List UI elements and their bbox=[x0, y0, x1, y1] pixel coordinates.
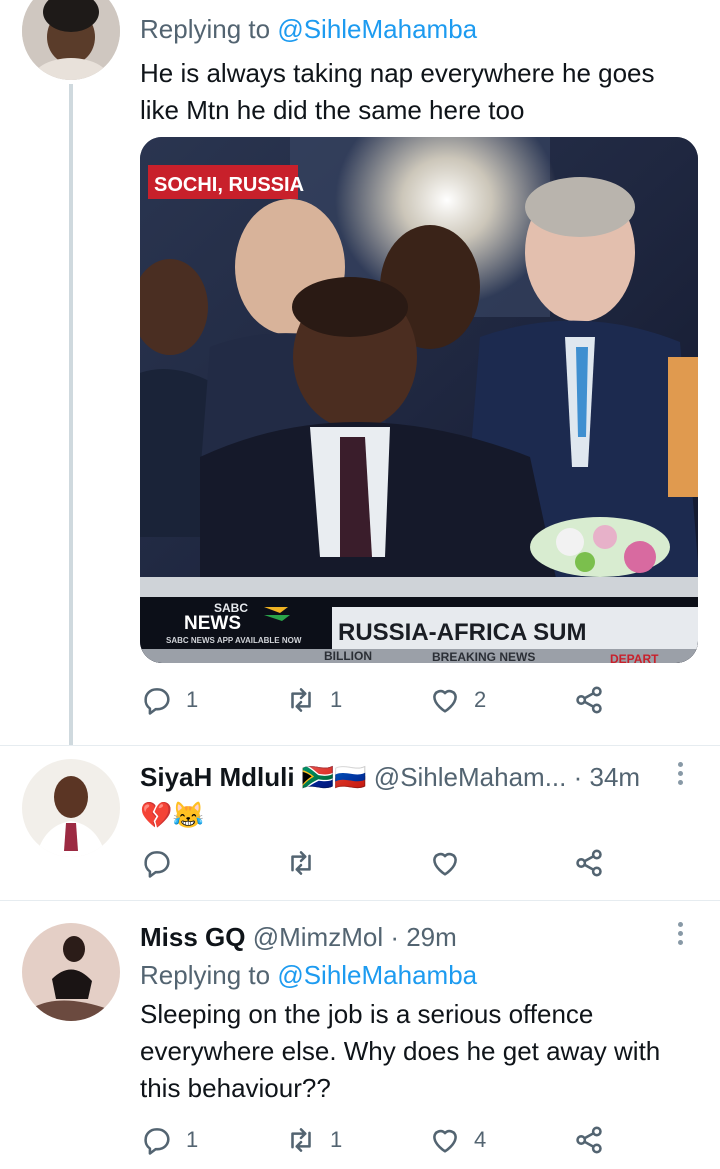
like-button[interactable]: 2 bbox=[428, 680, 486, 720]
like-count: 4 bbox=[474, 1127, 487, 1152]
like-icon bbox=[433, 852, 457, 876]
timestamp[interactable]: · 29m bbox=[390, 922, 456, 952]
action-bar: 1 1 4 bbox=[140, 1120, 620, 1160]
ticker-2: BREAKING NEWS bbox=[432, 650, 535, 663]
retweet-button[interactable] bbox=[284, 843, 318, 883]
avatar-image bbox=[22, 923, 120, 1021]
tweet-text: Sleeping on the job is a serious offence… bbox=[140, 999, 661, 1103]
tweet-3[interactable]: Miss GQ @MimzMol · 29m Replying to @Sihl… bbox=[0, 900, 720, 1169]
action-bar: 1 1 2 bbox=[140, 680, 620, 720]
retweet-icon bbox=[291, 1128, 311, 1152]
avatar-image bbox=[22, 0, 120, 80]
retweet-count: 1 bbox=[330, 1127, 343, 1152]
user-handle[interactable]: @MimzMol bbox=[253, 922, 383, 952]
share-icon bbox=[576, 849, 602, 877]
user-handle[interactable]: @SihleMaham... bbox=[374, 762, 567, 792]
avatar-image bbox=[22, 759, 120, 857]
replying-to: Replying to @SihleMahamba bbox=[140, 960, 477, 991]
tweet-text: He is always taking nap everywhere he go… bbox=[140, 58, 655, 125]
like-count: 2 bbox=[474, 687, 487, 712]
action-bar bbox=[140, 843, 620, 883]
retweet-button[interactable]: 1 bbox=[284, 1120, 342, 1160]
reply-count: 1 bbox=[186, 1127, 199, 1152]
reply-button[interactable]: 1 bbox=[140, 1120, 198, 1160]
reply-icon bbox=[144, 851, 170, 878]
logo-main: NEWS bbox=[184, 613, 241, 634]
more-icon[interactable] bbox=[678, 922, 684, 949]
share-button[interactable] bbox=[572, 680, 606, 720]
retweet-icon bbox=[291, 851, 311, 875]
replying-prefix: Replying to bbox=[140, 960, 278, 990]
ticker-1: BILLION bbox=[324, 649, 372, 663]
timestamp[interactable]: · 34m bbox=[574, 762, 640, 792]
tweet-1[interactable]: Replying to @SihleMahamba He is always t… bbox=[0, 0, 720, 745]
tweet-text: 💔😹 bbox=[140, 800, 205, 830]
replying-mention-link[interactable]: @SihleMahamba bbox=[277, 960, 477, 990]
replying-prefix: Replying to bbox=[140, 14, 278, 44]
display-name[interactable]: SiyaH Mdluli bbox=[140, 762, 295, 792]
replying-mention-link[interactable]: @SihleMahamba bbox=[277, 14, 477, 44]
share-button[interactable] bbox=[572, 843, 606, 883]
avatar[interactable] bbox=[22, 0, 120, 80]
more-icon[interactable] bbox=[678, 762, 684, 789]
reply-icon bbox=[144, 688, 170, 715]
reply-count: 1 bbox=[186, 687, 199, 712]
replying-to: Replying to @SihleMahamba bbox=[140, 14, 477, 45]
news-banner: RUSSIA-AFRICA SUM bbox=[338, 619, 586, 646]
ticker-3: DEPART bbox=[610, 652, 659, 663]
avatar[interactable] bbox=[22, 923, 120, 1021]
avatar[interactable] bbox=[22, 759, 120, 857]
logo-sub: SABC NEWS APP AVAILABLE NOW bbox=[166, 636, 302, 645]
share-icon bbox=[576, 686, 602, 714]
reply-icon bbox=[144, 1128, 170, 1155]
reply-button[interactable]: 1 bbox=[140, 680, 198, 720]
share-icon bbox=[576, 1126, 602, 1154]
tweet-media-image[interactable]: SOCHI, RUSSIA RUSSIA-AFRICA SUM SABC NEW… bbox=[140, 137, 698, 663]
tweet-2[interactable]: SiyaH Mdluli 🇿🇦🇷🇺 @SihleMaham... · 34m 💔… bbox=[0, 745, 720, 900]
like-icon bbox=[433, 1129, 457, 1153]
share-button[interactable] bbox=[572, 1120, 606, 1160]
tweet-header: SiyaH Mdluli 🇿🇦🇷🇺 @SihleMaham... · 34m bbox=[140, 762, 640, 793]
news-photo: SOCHI, RUSSIA RUSSIA-AFRICA SUM SABC NEW… bbox=[140, 137, 698, 663]
thread-line bbox=[69, 84, 73, 745]
reply-button[interactable] bbox=[140, 843, 174, 883]
tweet-header: Miss GQ @MimzMol · 29m bbox=[140, 922, 457, 953]
like-button[interactable] bbox=[428, 843, 462, 883]
like-button[interactable]: 4 bbox=[428, 1120, 486, 1160]
retweet-icon bbox=[291, 688, 311, 712]
retweet-button[interactable]: 1 bbox=[284, 680, 342, 720]
flag-emojis: 🇿🇦🇷🇺 bbox=[301, 762, 367, 792]
like-icon bbox=[433, 689, 457, 713]
retweet-count: 1 bbox=[330, 687, 343, 712]
location-tag: SOCHI, RUSSIA bbox=[154, 174, 304, 196]
display-name[interactable]: Miss GQ bbox=[140, 922, 245, 952]
